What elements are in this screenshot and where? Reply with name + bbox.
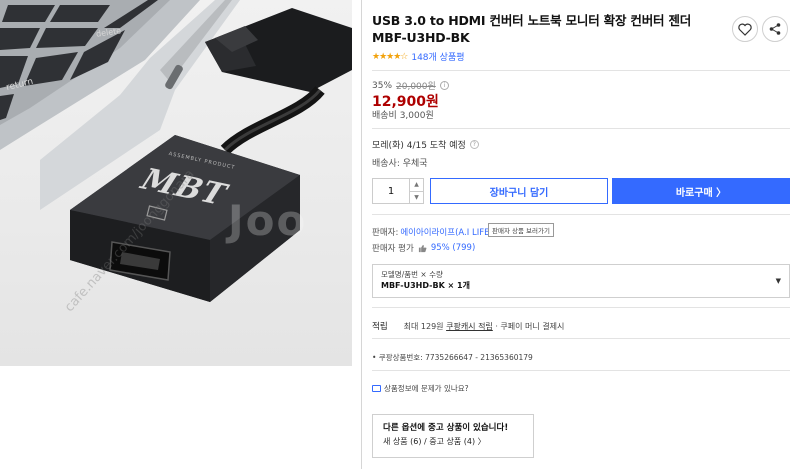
shipping-fee: 배송비 3,000원 bbox=[372, 111, 434, 121]
divider bbox=[372, 338, 790, 339]
quantity-stepper[interactable]: 1 ▲ ▼ bbox=[372, 178, 424, 204]
chevron-down-icon: ▼ bbox=[775, 277, 781, 285]
used-options-link[interactable]: 새 상품 (6) / 중고 상품 (4) 〉 bbox=[383, 435, 523, 449]
seller-rating-row: 판매자 평가 95% (799) bbox=[372, 242, 475, 254]
buy-now-button[interactable]: 바로구매 〉 bbox=[612, 178, 790, 204]
carrier: 배송사: 우체국 bbox=[372, 159, 428, 169]
rating[interactable]: ★★★★☆ 148개 상품평 bbox=[372, 50, 465, 64]
option-label: 모델명/품번 × 수량 bbox=[381, 270, 443, 279]
cashback-amount: 최대 129원 bbox=[403, 321, 444, 331]
report-link[interactable]: 상품정보에 문제가 있나요? bbox=[372, 383, 469, 394]
used-options-title: 다른 옵션에 중고 상품이 있습니다! bbox=[383, 423, 509, 433]
divider bbox=[372, 128, 790, 129]
option-select[interactable]: 모델명/품번 × 수량 MBF-U3HD-BK × 1개 ▼ bbox=[372, 264, 790, 298]
option-selected: MBF-U3HD-BK × 1개 bbox=[381, 281, 470, 290]
seller-row: 판매자: 에이아이라이프(A.I LIFE) bbox=[372, 226, 493, 238]
review-count-link[interactable]: 148개 상품평 bbox=[411, 50, 464, 63]
seller-products-tooltip[interactable]: 판매자 상품 보러가기 bbox=[488, 223, 554, 237]
product-id: • 쿠팡상품번호: 7735266647 - 21365360179 bbox=[372, 353, 533, 362]
coupang-cash-link[interactable]: 쿠팡캐시 적립 bbox=[446, 322, 493, 331]
info-icon[interactable]: i bbox=[439, 81, 449, 90]
quantity-down-icon[interactable]: ▼ bbox=[410, 192, 423, 204]
divider bbox=[372, 307, 790, 308]
delivery-eta-text: 모레(화) 4/15 도착 예정 bbox=[372, 141, 466, 151]
divider bbox=[361, 0, 362, 469]
heart-icon bbox=[738, 23, 752, 36]
report-text[interactable]: 상품정보에 문제가 있나요? bbox=[384, 383, 469, 394]
wishlist-button[interactable] bbox=[732, 16, 758, 42]
watermark-logo: Joo bbox=[228, 196, 308, 245]
quantity-input[interactable]: 1 bbox=[373, 179, 409, 203]
cashback-label: 적립 bbox=[372, 322, 388, 332]
report-icon bbox=[372, 385, 381, 392]
seller-rating-value: 95% (799) bbox=[430, 243, 476, 253]
thumbs-up-icon bbox=[418, 244, 427, 252]
divider bbox=[372, 370, 790, 371]
product-title: USB 3.0 to HDMI 컨버터 노트북 모니터 확장 컨버터 젠더 MB… bbox=[372, 13, 692, 45]
delivery-eta: 모레(화) 4/15 도착 예정 ? bbox=[372, 138, 479, 151]
share-icon bbox=[769, 23, 781, 35]
discount-rate: 35% bbox=[372, 80, 393, 91]
seller-label: 판매자: bbox=[372, 228, 399, 238]
seller-rating-label: 판매자 평가 bbox=[372, 244, 414, 254]
cashback-condition: · 쿠페이 머니 결제시 bbox=[495, 321, 565, 331]
product-image[interactable]: ASSEMBLY PRODUCT MBT cafe.naver.com/joon… bbox=[0, 0, 352, 366]
help-icon[interactable]: ? bbox=[469, 140, 479, 149]
cashback-row: 적립 최대 129원 쿠팡캐시 적립 · 쿠페이 머니 결제시 bbox=[372, 320, 565, 333]
divider bbox=[372, 214, 790, 215]
share-button[interactable] bbox=[762, 16, 788, 42]
add-to-cart-button[interactable]: 장바구니 담기 bbox=[430, 178, 608, 204]
quantity-up-icon[interactable]: ▲ bbox=[410, 179, 423, 192]
divider bbox=[372, 70, 790, 71]
star-rating-icon: ★★★★☆ bbox=[372, 51, 408, 62]
cashback-detail: 최대 129원 쿠팡캐시 적립 · 쿠페이 머니 결제시 bbox=[404, 321, 565, 332]
used-options-box[interactable]: 다른 옵션에 중고 상품이 있습니다! 새 상품 (6) / 중고 상품 (4)… bbox=[372, 414, 534, 458]
seller-name-link[interactable]: 에이아이라이프(A.I LIFE) bbox=[400, 226, 492, 238]
